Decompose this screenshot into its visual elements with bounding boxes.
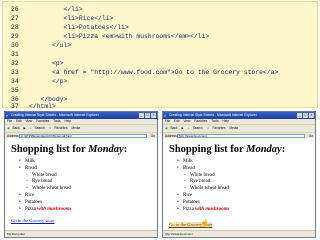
list-item: White bread [184, 173, 315, 180]
media-button[interactable]: Media [229, 126, 238, 130]
window-title: Creating Internal Style Sheets - Microso… [169, 113, 257, 117]
list-item: Bread White bread Rye bread Whole wheat … [177, 165, 315, 193]
menu-view[interactable]: View [183, 119, 190, 123]
menu-view[interactable]: View [25, 119, 32, 123]
status-bar: http://www.food.com/ [163, 230, 315, 237]
search-button[interactable]: Search [35, 126, 45, 130]
back-button[interactable]: Back [170, 126, 177, 130]
list-item: Rye bread [26, 179, 157, 186]
maximize-button[interactable]: □ [145, 113, 150, 118]
hand-cursor-icon: ☝ [200, 220, 209, 227]
page-content: Shopping list for Monday: Milk Bread Whi… [5, 138, 157, 231]
minimize-button[interactable]: _ [139, 113, 144, 118]
media-button[interactable]: Media [71, 126, 80, 130]
menu-file[interactable]: File [165, 119, 170, 123]
list-item: Whole wheat bread [26, 186, 157, 193]
page-heading: Shopping list for Monday: [11, 144, 157, 155]
browser-window-left: e Creating Internal Style Sheets - Micro… [4, 111, 158, 238]
status-text: My Computer [7, 232, 26, 236]
list-item: Potatoes [177, 200, 315, 207]
emphasis-text: with mushrooms [195, 206, 230, 212]
menu-tools[interactable]: Tools [53, 119, 60, 123]
back-button[interactable]: Back [12, 126, 19, 130]
list-item: Pizza with mushrooms [177, 206, 315, 214]
menu-favorites[interactable]: Favorites [194, 119, 207, 123]
status-bar: My Computer [5, 230, 157, 237]
browser-window-right: e Creating Internal Style Sheets - Micro… [162, 111, 316, 238]
shopping-list: Milk Bread White bread Rye bread Whole w… [11, 159, 157, 213]
forward-icon[interactable]: ▶ [23, 126, 25, 130]
toolbar: ◀ Back ▶ ⌕ Search ☆ Favorites Media [163, 124, 315, 132]
menu-help[interactable]: Help [64, 119, 71, 123]
search-button[interactable]: Search [193, 126, 203, 130]
shopping-list: Milk Bread White bread Rye bread Whole w… [169, 159, 315, 213]
code-listing: 26 </li> 27 <li>Rice</li> 28 <li>Potatoe… [2, 1, 318, 110]
emphasis-text: with mushrooms [37, 206, 72, 212]
list-item-label: Pizza [183, 206, 196, 212]
favorites-icon: ☆ [206, 126, 210, 130]
window-title: Creating Internal Style Sheets - Microso… [11, 113, 99, 117]
heading-day: Monday [246, 144, 282, 155]
window-controls: _ □ × [139, 113, 156, 118]
list-item: Bread White bread Rye bread Whole wheat … [19, 165, 157, 193]
nested-list: White bread Rye bread Whole wheat bread [183, 173, 315, 193]
page-heading: Shopping list for Monday: [169, 144, 315, 155]
list-item: Milk [177, 159, 315, 166]
menu-favorites[interactable]: Favorites [36, 119, 49, 123]
heading-text: Shopping list for [169, 144, 247, 155]
title-bar: e Creating Internal Style Sheets - Micro… [163, 112, 315, 119]
maximize-button[interactable]: □ [303, 113, 308, 118]
list-item: Rye bread [184, 179, 315, 186]
toolbar: ◀ Back ▶ ⌕ Search ☆ Favorites Media [5, 124, 157, 132]
list-item: Whole wheat bread [184, 186, 315, 193]
minimize-button[interactable]: _ [297, 113, 302, 118]
menu-edit[interactable]: Edit [16, 119, 22, 123]
favorites-button[interactable]: Favorites [54, 126, 67, 130]
list-item: White bread [26, 173, 157, 180]
list-item: Pizza with mushrooms [19, 206, 157, 214]
list-item: Rice [19, 193, 157, 200]
forward-icon[interactable]: ▶ [181, 126, 183, 130]
back-icon[interactable]: ◀ [7, 126, 9, 130]
list-item: Potatoes [19, 200, 157, 207]
heading-day: Monday [88, 144, 124, 155]
close-button[interactable]: × [309, 113, 314, 118]
list-item: Rice [177, 193, 315, 200]
search-icon: ⌕ [187, 126, 190, 130]
list-item-label: Bread [183, 165, 195, 171]
search-icon: ⌕ [29, 126, 32, 130]
status-text: http://www.food.com/ [165, 232, 193, 236]
title-bar: e Creating Internal Style Sheets - Micro… [5, 112, 157, 119]
menu-help[interactable]: Help [222, 119, 229, 123]
heading-text: Shopping list for [11, 144, 89, 155]
back-icon[interactable]: ◀ [165, 126, 167, 130]
grocery-store-link[interactable]: Go to the Grocery store [11, 218, 157, 223]
menu-tools[interactable]: Tools [211, 119, 218, 123]
ie-icon: e [164, 113, 167, 118]
menu-edit[interactable]: Edit [174, 119, 180, 123]
ie-icon: e [6, 113, 9, 118]
heading-colon: : [123, 144, 128, 155]
menu-file[interactable]: File [7, 119, 12, 123]
nested-list: White bread Rye bread Whole wheat bread [25, 173, 157, 193]
list-item-label: Pizza [25, 206, 38, 212]
list-item-label: Bread [25, 165, 37, 171]
close-button[interactable]: × [151, 113, 156, 118]
page-content: Shopping list for Monday: Milk Bread Whi… [163, 138, 315, 231]
window-controls: _ □ × [297, 113, 314, 118]
favorites-button[interactable]: Favorites [212, 126, 225, 130]
favorites-icon: ☆ [48, 126, 52, 130]
list-item: Milk [19, 159, 157, 166]
heading-colon: : [281, 144, 286, 155]
